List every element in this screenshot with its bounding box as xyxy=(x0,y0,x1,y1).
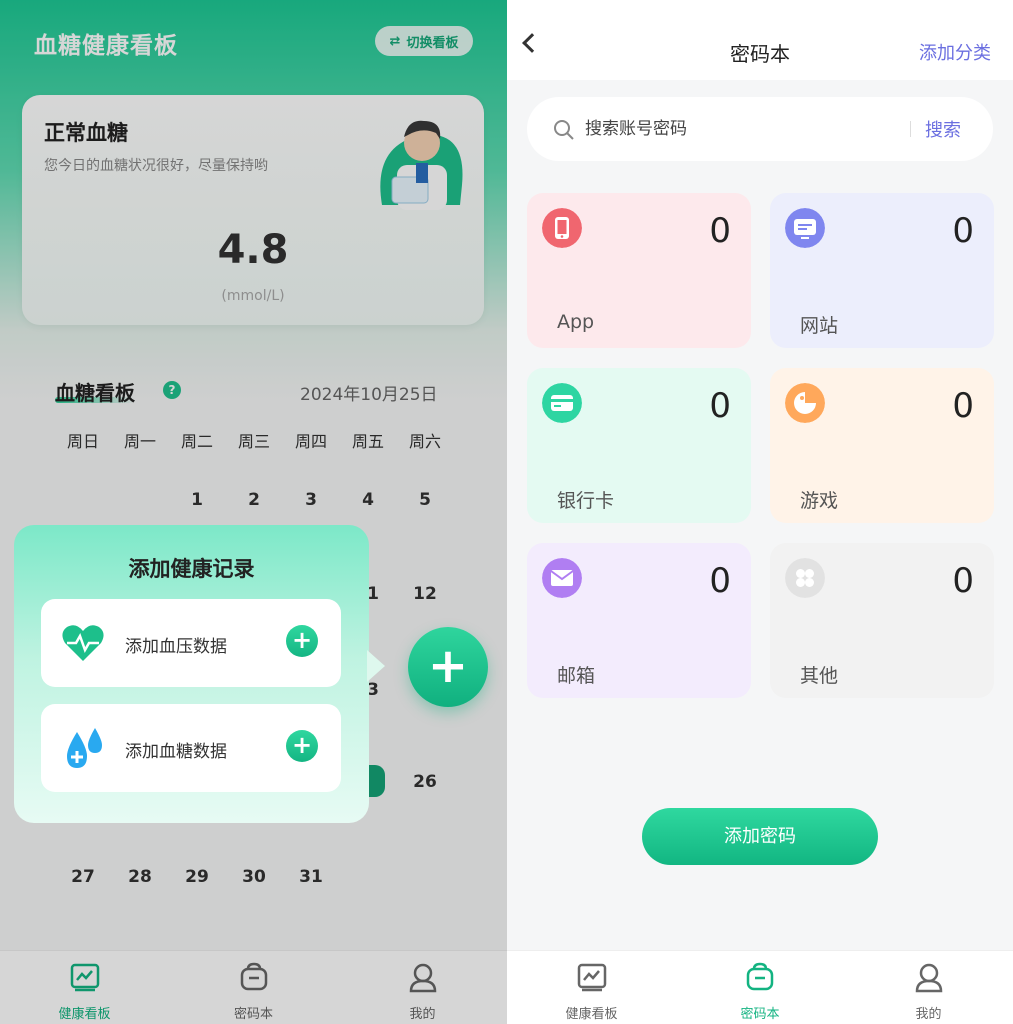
add-record-fab[interactable]: + xyxy=(408,627,488,707)
category-count: 0 xyxy=(952,211,974,251)
tab-label: 我的 xyxy=(915,1007,942,1022)
category-count: 0 xyxy=(709,386,731,426)
card-icon xyxy=(542,383,582,423)
game-icon xyxy=(785,383,825,423)
category-app[interactable]: 0 App xyxy=(527,193,751,348)
add-blood-pressure-item[interactable]: 添加血压数据 + xyxy=(41,599,341,687)
add-blood-glucose-plus-button[interactable]: + xyxy=(286,730,318,762)
bottom-tab-bar: 健康看板 密码本 我的 xyxy=(507,950,1013,1024)
search-input[interactable] xyxy=(585,115,885,143)
modal-overlay[interactable] xyxy=(0,0,507,1024)
add-password-button[interactable]: 添加密码 xyxy=(642,808,878,865)
tab-health-dashboard[interactable]: 健康看板 xyxy=(507,951,676,1024)
category-name: App xyxy=(557,311,595,333)
health-dashboard-screen: 血糖健康看板 ⇄ 切换看板 正常血糖 您今日的血糖状况很好，尽量保持哟 4.8 … xyxy=(0,0,507,1024)
water-drop-icon xyxy=(67,728,102,768)
search-divider xyxy=(910,121,911,137)
category-count: 0 xyxy=(952,386,974,426)
header-bar: 密码本 添加分类 xyxy=(507,0,1013,80)
popup-pointer xyxy=(367,650,385,682)
category-name: 网站 xyxy=(800,315,839,337)
popup-title: 添加健康记录 xyxy=(128,557,255,581)
add-blood-pressure-plus-button[interactable]: + xyxy=(286,625,318,657)
category-name: 其他 xyxy=(800,665,839,687)
category-count: 0 xyxy=(709,211,731,251)
tab-label: 健康看板 xyxy=(565,1007,618,1022)
add-category-button[interactable]: 添加分类 xyxy=(919,39,991,65)
category-name: 银行卡 xyxy=(557,490,615,512)
tab-label: 密码本 xyxy=(740,1007,780,1022)
browser-icon xyxy=(785,208,825,248)
category-website[interactable]: 0 网站 xyxy=(770,193,994,348)
category-count: 0 xyxy=(952,561,974,601)
category-game[interactable]: 0 游戏 xyxy=(770,368,994,523)
add-health-record-popup: 添加健康记录 添加血压数据 + 添加血糖数据 + xyxy=(14,525,369,823)
search-button[interactable]: 搜索 xyxy=(925,116,961,142)
phone-icon xyxy=(542,208,582,248)
category-bank-card[interactable]: 0 银行卡 xyxy=(527,368,751,523)
add-blood-glucose-label: 添加血糖数据 xyxy=(125,742,227,762)
search-bar: 搜索 xyxy=(527,97,993,161)
category-count: 0 xyxy=(709,561,731,601)
password-book-screen: 密码本 添加分类 搜索 0 App 0 网站 xyxy=(507,0,1013,1024)
add-blood-pressure-label: 添加血压数据 xyxy=(125,637,227,657)
category-name: 邮箱 xyxy=(557,665,596,687)
tab-password-book[interactable]: 密码本 xyxy=(676,951,844,1024)
mail-icon xyxy=(542,558,582,598)
add-blood-glucose-item[interactable]: 添加血糖数据 + xyxy=(41,704,341,792)
grid-icon xyxy=(785,558,825,598)
chart-icon xyxy=(577,963,606,992)
category-other[interactable]: 0 其他 xyxy=(770,543,994,698)
search-icon xyxy=(554,120,574,140)
category-email[interactable]: 0 邮箱 xyxy=(527,543,751,698)
lock-box-icon xyxy=(746,962,774,991)
heart-pulse-icon xyxy=(62,625,104,661)
tab-me[interactable]: 我的 xyxy=(844,951,1013,1024)
profile-icon xyxy=(915,963,942,993)
category-name: 游戏 xyxy=(800,490,839,512)
